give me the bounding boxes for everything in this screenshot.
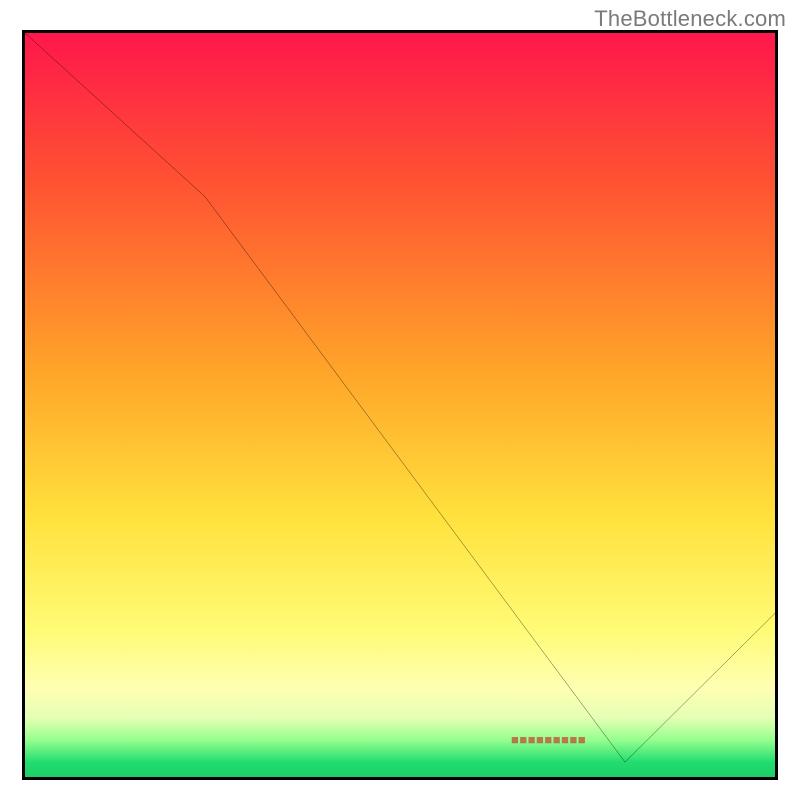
chart-container: TheBottleneck.com ■■■■■■■■■	[0, 0, 800, 800]
watermark-text: TheBottleneck.com	[594, 6, 786, 32]
plot-area: ■■■■■■■■■	[22, 30, 778, 780]
line-plot	[25, 33, 775, 777]
series-curve	[25, 33, 775, 762]
min-region-label: ■■■■■■■■■	[511, 732, 586, 747]
